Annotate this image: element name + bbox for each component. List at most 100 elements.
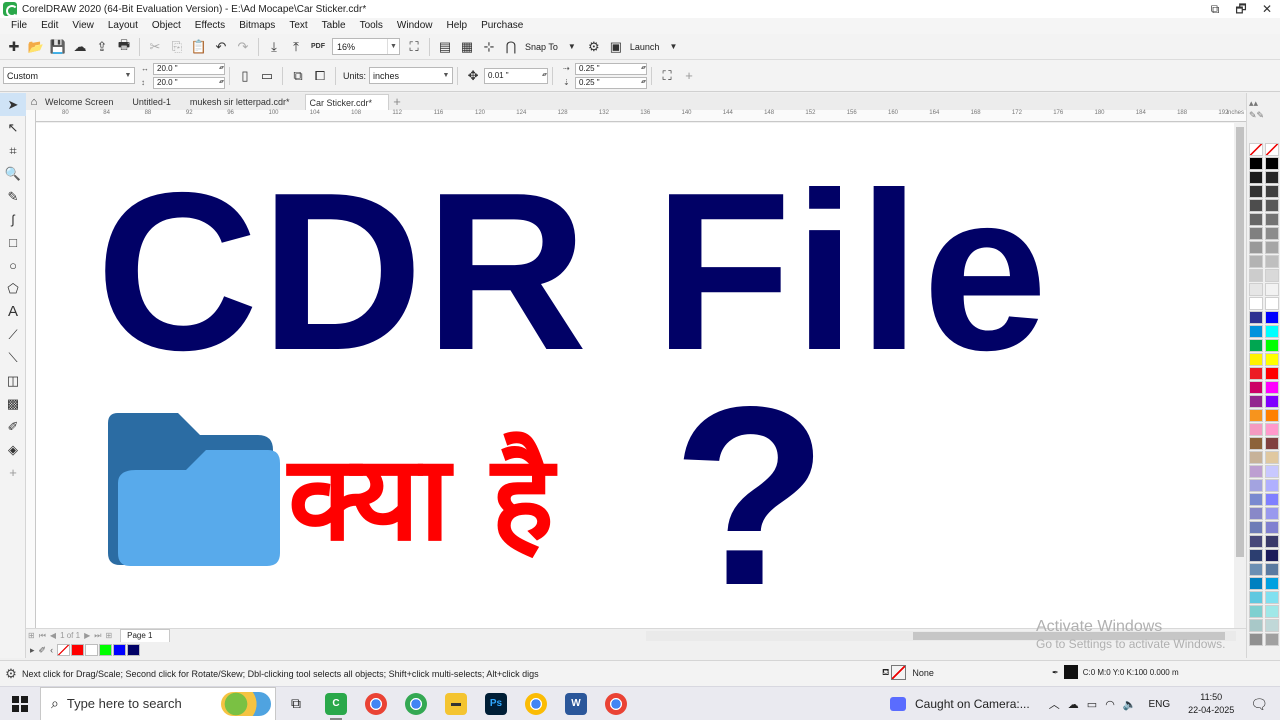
palette-swatch[interactable] bbox=[1265, 227, 1279, 240]
current-page-icon[interactable]: ⧠ bbox=[310, 66, 330, 86]
wifi-icon[interactable]: ◠ bbox=[1101, 698, 1119, 711]
page-tab-1[interactable]: Page 1 bbox=[120, 629, 170, 642]
palette-swatch[interactable] bbox=[1265, 381, 1279, 394]
palette-swatch[interactable] bbox=[1249, 171, 1263, 184]
palette-swatch[interactable] bbox=[1249, 633, 1263, 646]
full-screen-icon[interactable]: ⛶ bbox=[404, 37, 424, 57]
show-rulers-icon[interactable]: ▤ bbox=[435, 37, 455, 57]
palette-swatch[interactable] bbox=[1265, 297, 1279, 310]
pick-tool-icon[interactable]: ➤ bbox=[0, 93, 26, 116]
taskbar-notification[interactable]: Caught on Camera:... bbox=[890, 687, 1030, 720]
menu-bitmaps[interactable]: Bitmaps bbox=[232, 18, 282, 34]
palette-swatch[interactable] bbox=[1265, 339, 1279, 352]
last-page-icon[interactable]: ⏭ bbox=[92, 631, 103, 641]
volume-icon[interactable]: 🔈 bbox=[1119, 698, 1141, 711]
no-color-swatch[interactable] bbox=[1249, 143, 1263, 156]
portrait-orientation-icon[interactable]: ▯ bbox=[235, 66, 255, 86]
palette-swatch[interactable] bbox=[1249, 339, 1263, 352]
menu-window[interactable]: Window bbox=[390, 18, 440, 34]
transparency-tool-icon[interactable]: ▩ bbox=[0, 392, 26, 415]
palette-swatch[interactable] bbox=[1265, 521, 1279, 534]
palette-swatch[interactable] bbox=[1265, 325, 1279, 338]
document-swatch[interactable] bbox=[127, 644, 141, 656]
palette-swatch[interactable] bbox=[1249, 605, 1263, 618]
palette-swatch[interactable] bbox=[1249, 409, 1263, 422]
palette-swatch[interactable] bbox=[1249, 437, 1263, 450]
question-mark[interactable]: ? bbox=[672, 369, 828, 624]
page-bounds-icon[interactable]: ⛶ bbox=[657, 66, 677, 86]
palette-swatch[interactable] bbox=[1249, 283, 1263, 296]
palette-swatch[interactable] bbox=[1265, 423, 1279, 436]
copy-icon[interactable]: ⎘ bbox=[167, 37, 187, 57]
taskbar-photoshop-icon[interactable]: Ps bbox=[476, 687, 516, 720]
palette-swatch[interactable] bbox=[1265, 213, 1279, 226]
prev-page-icon[interactable]: ◀ bbox=[48, 631, 58, 640]
palette-swatch[interactable] bbox=[1265, 605, 1279, 618]
taskbar-word-icon[interactable]: W bbox=[556, 687, 596, 720]
chevron-down-icon[interactable]: ▼ bbox=[562, 37, 582, 57]
ellipse-tool-icon[interactable]: ○ bbox=[0, 254, 26, 277]
palette-swatch[interactable] bbox=[1249, 535, 1263, 548]
shape-tool-icon[interactable]: ↖ bbox=[0, 116, 26, 139]
palette-swatch[interactable] bbox=[1265, 507, 1279, 520]
palette-swatch[interactable] bbox=[1265, 353, 1279, 366]
nudge-distance-input[interactable]: 0.01 " bbox=[484, 67, 549, 84]
show-grid-icon[interactable]: ▦ bbox=[457, 37, 477, 57]
open-folder-icon[interactable]: 📂 bbox=[26, 37, 46, 57]
palette-swatch[interactable] bbox=[1265, 255, 1279, 268]
palette-swatch[interactable] bbox=[1265, 157, 1279, 170]
launch-button[interactable]: Launch bbox=[630, 42, 660, 52]
publish-pdf-icon[interactable]: PDF bbox=[308, 37, 328, 57]
drop-shadow-icon[interactable]: ◫ bbox=[0, 369, 26, 392]
new-document-icon[interactable]: ✚ bbox=[4, 37, 24, 57]
palette-swatch[interactable] bbox=[1249, 185, 1263, 198]
outline-indicator[interactable]: ✒ C:0 M:0 Y:0 K:100 0.000 m bbox=[1052, 665, 1179, 679]
interactive-fill-icon[interactable]: ◈ bbox=[0, 438, 26, 461]
options-gear-icon[interactable]: ⚙ bbox=[584, 37, 604, 57]
maximize-icon[interactable]: 🗗 bbox=[1228, 0, 1254, 18]
add-icon[interactable]: + bbox=[679, 66, 699, 86]
chevron-down-icon[interactable]: ▼ bbox=[663, 37, 683, 57]
palette-swatch[interactable] bbox=[1249, 367, 1263, 380]
show-guidelines-icon[interactable]: ⊹ bbox=[479, 37, 499, 57]
palette-swatch[interactable] bbox=[1249, 507, 1263, 520]
palette-swatch[interactable] bbox=[1265, 479, 1279, 492]
freehand-tool-icon[interactable]: ✎ bbox=[0, 185, 26, 208]
notifications-icon[interactable]: 🗨 bbox=[1244, 696, 1280, 713]
vertical-ruler[interactable] bbox=[26, 110, 36, 632]
cloud-sync-icon[interactable]: ☁ bbox=[1064, 698, 1083, 711]
document-swatch[interactable] bbox=[99, 644, 113, 656]
cloud-save-icon[interactable]: ☁ bbox=[70, 37, 90, 57]
palette-swatch[interactable] bbox=[1265, 437, 1279, 450]
menu-tools[interactable]: Tools bbox=[353, 18, 390, 34]
palette-swatch[interactable] bbox=[1249, 311, 1263, 324]
windows-start-icon[interactable] bbox=[0, 687, 40, 720]
palette-swatch[interactable] bbox=[1249, 157, 1263, 170]
taskbar-chrome-3-icon[interactable] bbox=[596, 687, 636, 720]
palette-swatch[interactable] bbox=[1265, 633, 1279, 646]
vertical-scroll-thumb[interactable] bbox=[1236, 127, 1244, 557]
hindi-text-kya-hai[interactable]: क्या है bbox=[288, 423, 554, 573]
palette-swatch[interactable] bbox=[1265, 395, 1279, 408]
menu-table[interactable]: Table bbox=[315, 18, 353, 34]
cut-icon[interactable]: ✂ bbox=[145, 37, 165, 57]
palette-swatch[interactable] bbox=[1265, 269, 1279, 282]
palette-swatch[interactable] bbox=[1265, 549, 1279, 562]
palette-swatch[interactable] bbox=[1249, 619, 1263, 632]
heading-cdr-file[interactable]: CDR File bbox=[96, 159, 1050, 384]
crop-tool-icon[interactable]: ⌗ bbox=[0, 139, 26, 162]
taskbar-chrome-2-icon[interactable] bbox=[516, 687, 556, 720]
eyedropper-tool-icon[interactable]: ✐ bbox=[0, 415, 26, 438]
drawing-canvas[interactable]: CDR File क्या है ? bbox=[36, 123, 1234, 628]
menu-text[interactable]: Text bbox=[282, 18, 314, 34]
menu-effects[interactable]: Effects bbox=[188, 18, 232, 34]
page-height-input[interactable]: 20.0 " bbox=[153, 76, 225, 89]
export-icon[interactable]: ⤒ bbox=[286, 37, 306, 57]
fill-indicator[interactable]: ⛾ None bbox=[882, 665, 934, 680]
horizontal-ruler[interactable]: inches 80 84 88 92 96 100 104 108 112 116 120 124 12… bbox=[36, 110, 1246, 122]
polygon-tool-icon[interactable]: ⬠ bbox=[0, 277, 26, 300]
rectangle-tool-icon[interactable]: □ bbox=[0, 231, 26, 254]
parallel-dimension-icon[interactable]: ⟋ bbox=[0, 323, 26, 346]
palette-swatch[interactable] bbox=[1249, 479, 1263, 492]
connector-tool-icon[interactable]: ⟍ bbox=[0, 346, 26, 369]
